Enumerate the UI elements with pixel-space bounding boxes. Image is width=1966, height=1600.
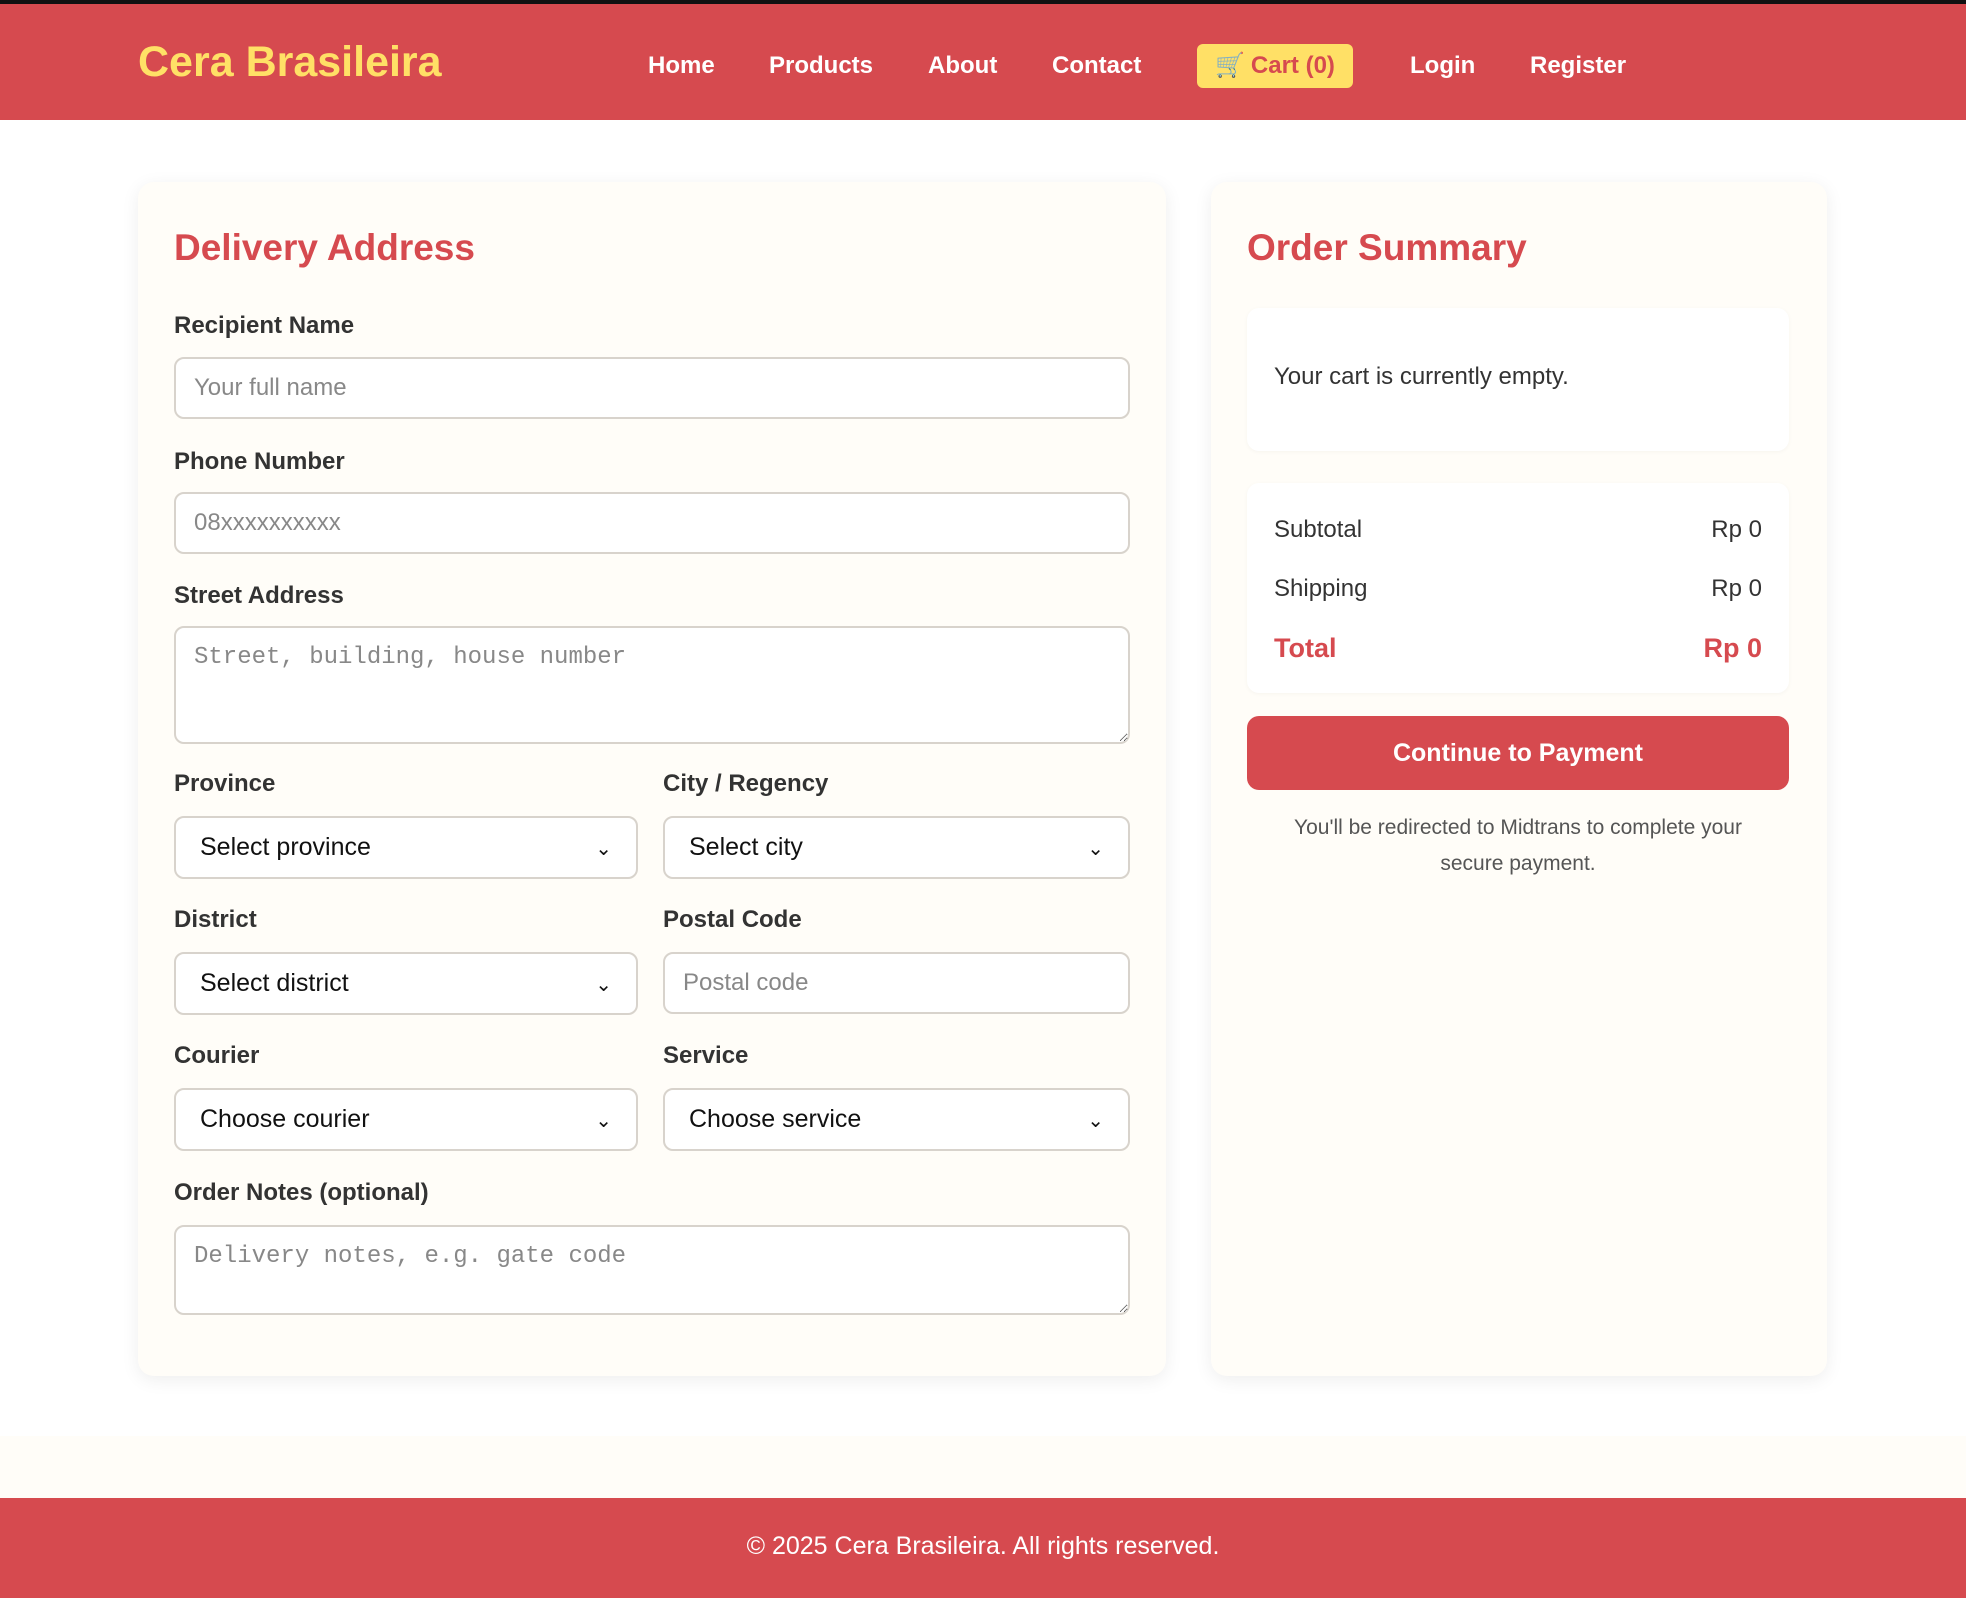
total-value: Rp 0 (1703, 633, 1762, 663)
payment-redirect-note: You'll be redirected to Midtrans to comp… (1294, 816, 1742, 875)
city-select-value: Select city (689, 833, 803, 861)
copyright-text: © 2025 Cera Brasileira. All rights reser… (746, 1532, 1220, 1560)
courier-select-value: Choose courier (200, 1105, 370, 1133)
order-summary-card: Order Summary Your cart is currently emp… (1211, 182, 1827, 1376)
order-notes-textarea[interactable] (174, 1225, 1130, 1315)
shipping-label: Shipping (1274, 575, 1368, 602)
city-label: City / Regency (663, 770, 829, 797)
cart-label: Cart (0) (1250, 52, 1335, 79)
recipient-name-label: Recipient Name (174, 312, 355, 339)
phone-number-input[interactable] (174, 492, 1130, 554)
brand-logo[interactable]: Cera Brasileira (138, 38, 442, 87)
shipping-value: Rp 0 (1711, 575, 1762, 602)
shopping-cart-icon: 🛒 (1215, 52, 1245, 79)
cart-button[interactable]: 🛒 Cart (0) (1197, 44, 1353, 88)
nav-products-link[interactable]: Products (769, 44, 873, 88)
postal-code-input[interactable] (663, 952, 1130, 1014)
street-address-textarea[interactable] (174, 626, 1130, 744)
order-summary-title: Order Summary (1247, 227, 1527, 268)
chevron-down-icon: ⌄ (1087, 1107, 1104, 1132)
totals-box: Subtotal Rp 0 Shipping Rp 0 Total Rp 0 (1247, 483, 1789, 693)
district-label: District (174, 906, 257, 933)
total-label: Total (1274, 633, 1337, 663)
delivery-title: Delivery Address (174, 227, 475, 268)
site-footer: © 2025 Cera Brasileira. All rights reser… (0, 1498, 1966, 1598)
recipient-name-input[interactable] (174, 357, 1130, 419)
nav-contact-link[interactable]: Contact (1052, 44, 1141, 88)
empty-cart-message: Your cart is currently empty. (1274, 363, 1569, 390)
phone-number-label: Phone Number (174, 448, 345, 475)
order-notes-label: Order Notes (optional) (174, 1179, 429, 1206)
nav-register-link[interactable]: Register (1530, 44, 1626, 88)
service-label: Service (663, 1042, 749, 1069)
subtotal-label: Subtotal (1274, 516, 1363, 543)
nav-home-link[interactable]: Home (648, 44, 715, 88)
province-select-value: Select province (200, 833, 371, 861)
courier-label: Courier (174, 1042, 260, 1069)
province-select[interactable]: Select province ⌄ (174, 816, 638, 879)
service-select[interactable]: Choose service ⌄ (663, 1088, 1130, 1151)
chevron-down-icon: ⌄ (595, 1107, 612, 1132)
district-select-value: Select district (200, 969, 349, 997)
footer-spacer (0, 1436, 1966, 1498)
continue-to-payment-button[interactable]: Continue to Payment (1247, 716, 1789, 790)
province-label: Province (174, 770, 276, 797)
district-select[interactable]: Select district ⌄ (174, 952, 638, 1015)
nav-login-link[interactable]: Login (1410, 44, 1475, 88)
chevron-down-icon: ⌄ (595, 835, 612, 860)
postal-code-label: Postal Code (663, 906, 802, 933)
city-select[interactable]: Select city ⌄ (663, 816, 1130, 879)
chevron-down-icon: ⌄ (595, 971, 612, 996)
chevron-down-icon: ⌄ (1087, 835, 1104, 860)
site-header: Cera Brasileira Home Products About Cont… (0, 4, 1966, 120)
cart-items-box: Your cart is currently empty. (1247, 308, 1789, 451)
delivery-address-card: Delivery Address Recipient Name Phone Nu… (138, 182, 1166, 1376)
street-address-label: Street Address (174, 582, 344, 609)
subtotal-value: Rp 0 (1711, 516, 1762, 543)
courier-select[interactable]: Choose courier ⌄ (174, 1088, 638, 1151)
nav-about-link[interactable]: About (928, 44, 997, 88)
service-select-value: Choose service (689, 1105, 862, 1133)
